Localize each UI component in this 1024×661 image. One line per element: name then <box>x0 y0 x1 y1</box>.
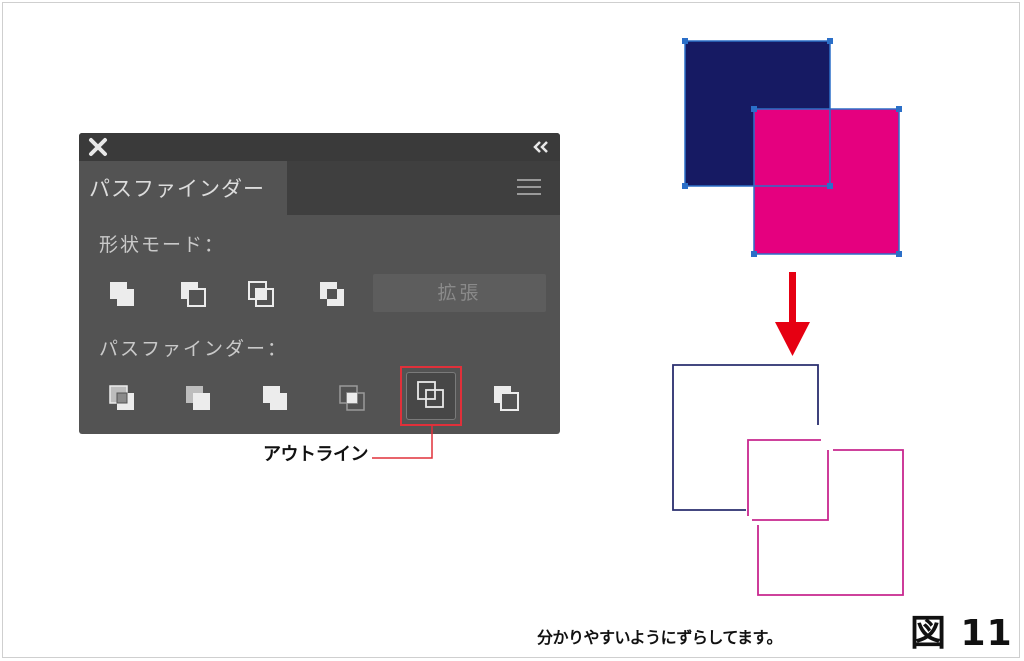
filled-shapes <box>682 38 902 257</box>
caption-text: 分かりやすいようにずらしてます。 <box>537 628 782 647</box>
illustration <box>672 38 904 596</box>
down-arrow-icon <box>775 272 810 356</box>
outline-result <box>672 364 904 596</box>
figure-label: 図 11 <box>910 613 1013 654</box>
magenta-square <box>754 109 899 254</box>
